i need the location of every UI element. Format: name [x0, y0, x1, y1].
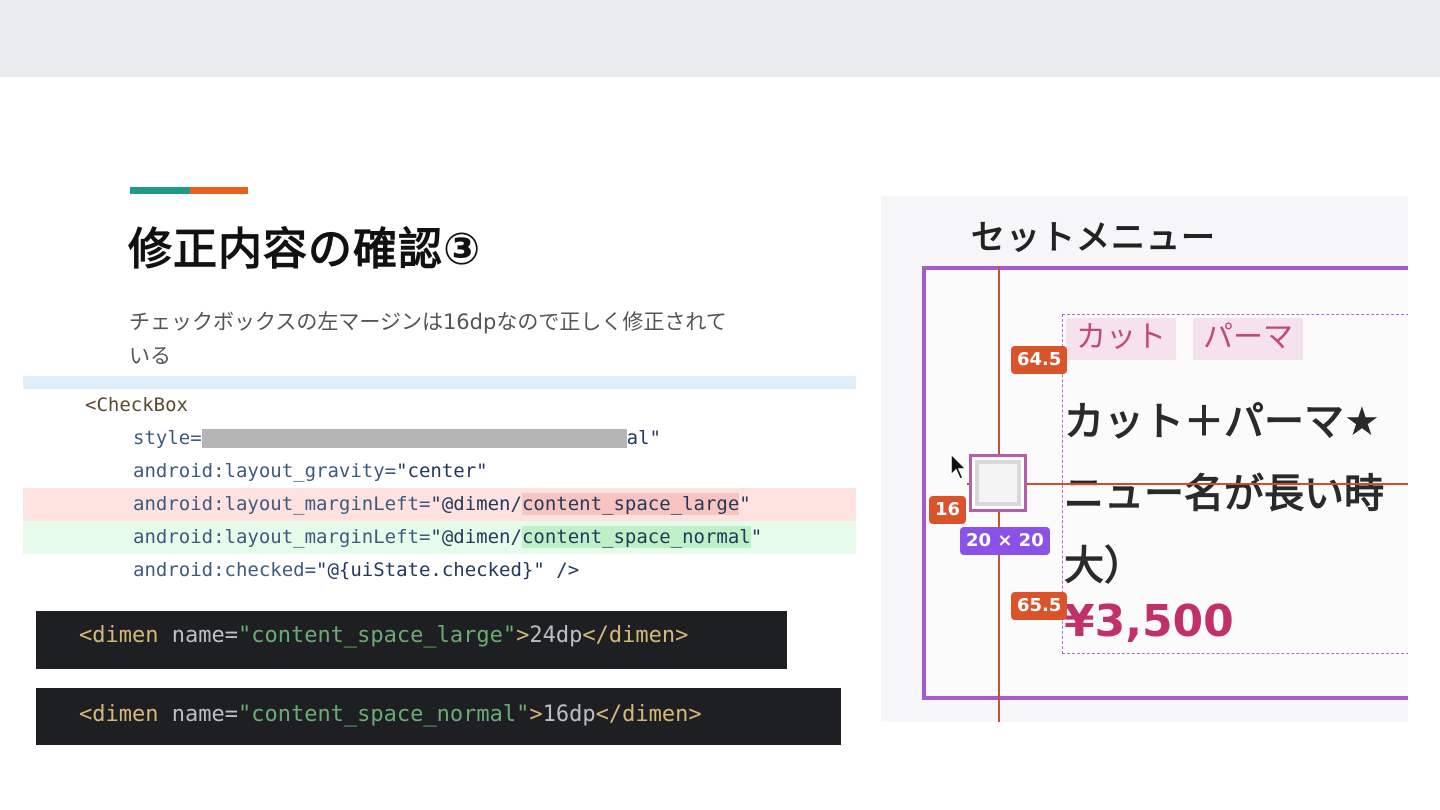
xml-tag: > — [529, 702, 543, 727]
xml-text: 16dp — [542, 702, 596, 727]
code-value: al" — [626, 427, 661, 449]
measure-size-badge: 20 × 20 — [960, 527, 1050, 555]
code-value-suffix: " — [750, 526, 763, 548]
code-line: android:layout_gravity="center" — [23, 455, 856, 488]
code-attr: android:layout_gravity= — [133, 460, 397, 482]
accent-bar-teal — [130, 187, 190, 194]
code-line: android:checked="@{uiState.checked}" /> — [23, 554, 856, 587]
slide-description: チェックボックスの左マージンは16dpなので正しく修正されている — [129, 310, 727, 368]
xml-line: <dimen name="content_space_normal">16dp<… — [79, 700, 702, 730]
redacted-block — [201, 429, 627, 448]
added-highlight: content_space_normal — [521, 526, 751, 548]
xml-line: <dimen name="content_space_large">24dp</… — [79, 621, 688, 651]
xml-text: 24dp — [529, 623, 583, 648]
xml-tag: <dimen — [79, 702, 159, 727]
price-label: ¥3,500 — [1064, 596, 1234, 647]
code-line-removed: android:layout_marginLeft="@dimen/conten… — [23, 488, 856, 521]
tag-chip: カット — [1066, 318, 1176, 360]
tag-chip: パーマ — [1193, 318, 1303, 360]
code-line-added: android:layout_marginLeft="@dimen/conten… — [23, 521, 856, 554]
code-value-suffix: " — [739, 493, 751, 515]
xml-attr: name= — [158, 623, 238, 648]
code-attr: style= — [133, 427, 202, 449]
dimen-snippet-large: <dimen name="content_space_large">24dp</… — [36, 611, 787, 669]
xml-tag: > — [516, 623, 530, 648]
menu-name: カット＋パーマ★ ニュー名が長い時 大） — [1064, 399, 1384, 589]
xml-tag: </dimen> — [595, 702, 702, 727]
code-value-prefix: "@dimen/ — [430, 493, 522, 515]
diff-hunk-header — [23, 376, 856, 389]
xml-value: "content_space_large" — [237, 623, 517, 648]
measure-guide-horizontal — [967, 483, 1408, 485]
accent-bar-orange — [190, 187, 248, 194]
slide-title: 修正内容の確認③ — [128, 224, 482, 275]
xml-tag: <dimen — [79, 623, 159, 648]
xml-tag: </dimen> — [582, 623, 689, 648]
mouse-cursor-icon — [950, 453, 968, 480]
measure-top-badge: 64.5 — [1011, 346, 1068, 374]
code-attr: android:layout_marginLeft= — [133, 493, 431, 515]
layout-inspector-screenshot: セットメニュー カット パーマ カット＋パーマ★ ニュー名が長い時 大） ¥3,… — [881, 196, 1408, 722]
preview-header: セットメニュー — [971, 218, 1216, 258]
xml-attr: name= — [158, 702, 238, 727]
top-band — [0, 0, 1440, 77]
removed-highlight: content_space_large — [521, 493, 740, 515]
code-line: <CheckBox — [23, 389, 856, 422]
xml-value: "content_space_normal" — [237, 702, 530, 727]
code-value: "@{uiState.checked}" /> — [316, 559, 580, 581]
code-attr: android:checked= — [133, 559, 317, 581]
code-value: "center" — [396, 460, 488, 482]
code-tag: <CheckBox — [85, 394, 188, 416]
code-diff-panel: <CheckBox style= al" android:layout_gravi… — [23, 376, 856, 586]
dimen-snippet-normal: <dimen name="content_space_normal">16dp<… — [36, 688, 841, 745]
measure-left-badge: 16 — [929, 496, 967, 524]
code-attr: android:layout_marginLeft= — [133, 526, 431, 548]
code-value-prefix: "@dimen/ — [430, 526, 522, 548]
checkbox[interactable] — [975, 460, 1021, 506]
measure-bottom-badge: 65.5 — [1011, 592, 1068, 620]
code-line: style= al" — [23, 422, 856, 455]
